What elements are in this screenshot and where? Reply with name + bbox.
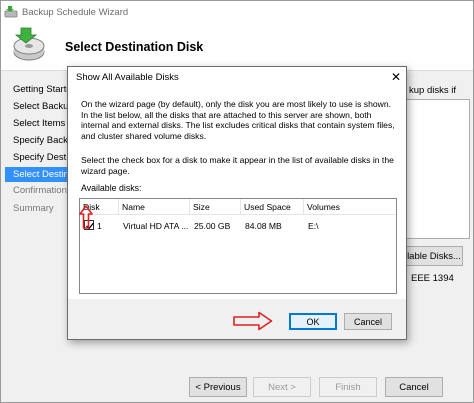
dialog-title-bar: Show All Available Disks ✕ [68, 67, 406, 87]
step-confirmation: Confirmation [13, 185, 67, 196]
column-volumes[interactable]: Volumes [304, 199, 396, 215]
wizard-cancel-button[interactable]: Cancel [385, 377, 443, 397]
red-arrow-right-icon [233, 311, 273, 331]
page-title: Select Destination Disk [65, 40, 204, 54]
cell-used-space: 84.08 MB [245, 221, 282, 231]
previous-button[interactable]: < Previous [189, 377, 247, 397]
dialog-instruction: Select the check box for a disk to make … [81, 155, 394, 176]
available-disks-table: Disk Name Size Used Space Volumes 1 Virt… [79, 198, 397, 294]
column-name[interactable]: Name [119, 199, 190, 215]
show-all-disks-button[interactable]: lable Disks... [405, 246, 463, 266]
red-arrow-up-icon [79, 205, 93, 229]
step-summary: Summary [13, 203, 54, 214]
dialog-body: On the wizard page (by default), only th… [68, 87, 406, 299]
cell-size: 25.00 GB [194, 221, 231, 231]
content-instruction-fragment: kup disks if [409, 85, 456, 96]
close-icon[interactable]: ✕ [389, 70, 403, 84]
next-button: Next > [253, 377, 311, 397]
finish-button: Finish [319, 377, 377, 397]
cell-volumes: E:\ [308, 221, 319, 231]
column-size[interactable]: Size [190, 199, 241, 215]
wizard-header: Select Destination Disk [1, 23, 473, 71]
dialog-description: On the wizard page (by default), only th… [81, 99, 395, 141]
step-select-destination-disk[interactable]: Select Destinati [5, 167, 79, 182]
show-all-disks-dialog: Show All Available Disks ✕ On the wizard… [67, 66, 407, 340]
wizard-title-bar: Backup Schedule Wizard [1, 1, 473, 23]
table-header: Disk Name Size Used Space Volumes [80, 199, 396, 215]
wizard-title: Backup Schedule Wizard [22, 6, 129, 18]
cell-disk: 1 [97, 221, 102, 231]
dialog-cancel-button[interactable]: Cancel [344, 313, 392, 330]
available-disks-label: Available disks: [81, 183, 142, 193]
backup-disk-icon [13, 27, 45, 61]
ieee-1394-note-fragment: EEE 1394 [411, 273, 454, 284]
dialog-title: Show All Available Disks [76, 72, 179, 83]
cell-name: Virtual HD ATA ... [123, 221, 189, 231]
column-used-space[interactable]: Used Space [241, 199, 304, 215]
disk-listbox[interactable] [405, 99, 470, 239]
wizard-steps-pane: Getting Started Select Backup C Select I… [1, 72, 83, 372]
backup-app-icon [4, 6, 18, 18]
ok-button[interactable]: OK [289, 313, 337, 330]
